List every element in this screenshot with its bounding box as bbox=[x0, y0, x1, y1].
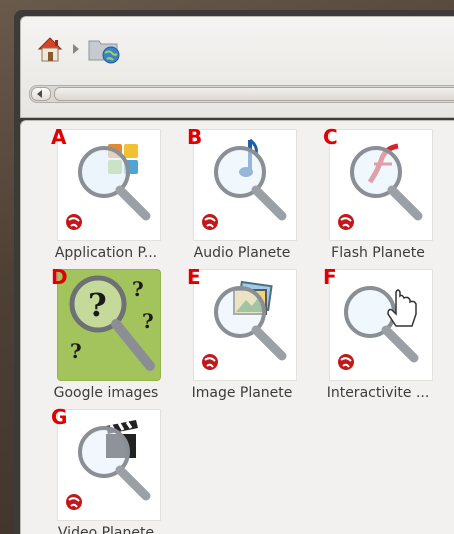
file-label: Flash Planete bbox=[331, 245, 425, 261]
annotation-letter: C bbox=[323, 125, 338, 149]
file-thumbnail bbox=[329, 129, 433, 241]
scroll-left-arrow-icon[interactable] bbox=[31, 87, 51, 101]
file-grid: A Application P... B Audio Planete C Fla… bbox=[20, 120, 454, 534]
annotation-letter: D bbox=[51, 265, 68, 289]
horizontal-scrollbar[interactable] bbox=[29, 85, 454, 103]
annotation-letter: G bbox=[51, 405, 68, 429]
file-thumbnail bbox=[57, 129, 161, 241]
image-planete-icon bbox=[202, 280, 287, 370]
annotation-letter: A bbox=[51, 125, 67, 149]
annotation-letter: F bbox=[323, 265, 337, 289]
file-thumbnail bbox=[193, 269, 297, 381]
file-label: Interactivite ... bbox=[326, 385, 430, 401]
breadcrumb-separator bbox=[73, 44, 79, 54]
file-label: Video Planete bbox=[57, 525, 155, 534]
toolbar bbox=[20, 16, 454, 118]
file-label: Google images bbox=[53, 385, 159, 401]
file-thumbnail: ? ? ? ? bbox=[57, 269, 161, 381]
file-item-audio-planete[interactable]: B Audio Planete bbox=[177, 125, 307, 267]
annotation-letter: E bbox=[187, 265, 201, 289]
file-label: Application P... bbox=[54, 245, 158, 261]
interactivite-planete-icon bbox=[338, 286, 419, 370]
file-item-google-images[interactable]: ? ? ? ? D Google images bbox=[41, 265, 171, 407]
file-item-interactivite-planete[interactable]: F Interactivite ... bbox=[313, 265, 443, 407]
file-item-video-planete[interactable]: G Video Planete bbox=[41, 405, 171, 534]
file-thumbnail bbox=[193, 129, 297, 241]
application-planete-icon bbox=[66, 144, 151, 230]
breadcrumb-home[interactable] bbox=[35, 34, 65, 64]
file-thumbnail bbox=[329, 269, 433, 381]
google-images-icon: ? ? ? ? bbox=[69, 275, 155, 371]
file-manager-window: A Application P... B Audio Planete C Fla… bbox=[14, 10, 454, 534]
file-item-application-planete[interactable]: A Application P... bbox=[41, 125, 171, 267]
breadcrumb bbox=[35, 29, 121, 69]
file-item-image-planete[interactable]: E Image Planete bbox=[177, 265, 307, 407]
file-thumbnail bbox=[57, 409, 161, 521]
svg-text:?: ? bbox=[88, 286, 107, 324]
home-folder-icon bbox=[37, 37, 63, 62]
web-folder-icon bbox=[88, 40, 120, 64]
file-item-flash-planete[interactable]: C Flash Planete bbox=[313, 125, 443, 267]
flash-planete-icon bbox=[338, 143, 423, 230]
svg-text:?: ? bbox=[132, 277, 144, 301]
file-label: Audio Planete bbox=[193, 245, 291, 261]
video-planete-icon bbox=[66, 420, 151, 510]
breadcrumb-web-folder[interactable] bbox=[87, 34, 121, 64]
audio-planete-icon bbox=[202, 138, 287, 230]
file-label: Image Planete bbox=[191, 385, 293, 401]
svg-text:?: ? bbox=[70, 339, 82, 363]
svg-text:?: ? bbox=[142, 309, 154, 333]
annotation-letter: B bbox=[187, 125, 203, 149]
scrollbar-thumb[interactable] bbox=[54, 87, 454, 101]
